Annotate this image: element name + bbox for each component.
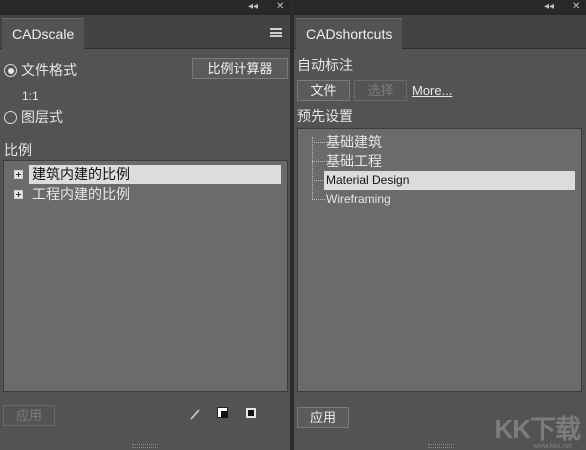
preset-material-design[interactable]: Material Design — [324, 171, 575, 190]
cadshortcuts-panel: ◂◂ ✕ CADshortcuts 自动标注 文件 选择 More... 预先设… — [294, 0, 586, 450]
panel-header-bar: ◂◂ ✕ — [294, 0, 586, 15]
tab-cadscale[interactable]: CADscale — [2, 18, 85, 49]
resize-grip[interactable] — [132, 444, 158, 448]
panel-header-bar: ◂◂ ✕ — [0, 0, 290, 15]
presets-label: 预先设置 — [297, 108, 353, 124]
radio-layer-format-label: 图层式 — [21, 109, 63, 125]
collapse-icon[interactable]: ◂◂ — [544, 1, 554, 13]
resize-grip[interactable] — [428, 444, 454, 448]
pencil-icon[interactable] — [188, 407, 202, 421]
tab-bar: CADshortcuts — [294, 15, 586, 49]
cadscale-panel: ◂◂ ✕ CADscale 文件格式 比例计算器 1:1 图层式 比例 建筑内建… — [0, 0, 290, 450]
close-icon[interactable]: ✕ — [572, 1, 580, 13]
tree-item-building-scales[interactable]: 建筑内建的比例 — [29, 165, 281, 184]
watermark-logo: KK下载 — [494, 414, 581, 444]
preset-basic-building[interactable]: 基础建筑 — [324, 133, 382, 152]
delete-item-icon[interactable] — [244, 406, 258, 420]
preset-wireframing[interactable]: Wireframing — [324, 190, 391, 209]
tree-item-engineering-scales[interactable]: 工程内建的比例 — [29, 185, 130, 204]
auto-annotate-label: 自动标注 — [297, 57, 353, 73]
panel-menu-icon[interactable] — [270, 28, 282, 37]
expand-plus-icon[interactable] — [14, 190, 23, 199]
scale-calculator-button[interactable]: 比例计算器 — [192, 58, 288, 79]
watermark-url: www.kkx.net — [533, 443, 572, 450]
file-button[interactable]: 文件 — [297, 80, 350, 101]
radio-layer-format[interactable] — [4, 111, 17, 124]
expand-plus-icon[interactable] — [14, 170, 23, 179]
apply-button[interactable]: 应用 — [297, 407, 349, 428]
scale-value: 1:1 — [22, 89, 39, 103]
presets-tree: 基础建筑 基础工程 Material Design Wireframing — [297, 128, 582, 392]
tree-guide-line — [312, 137, 313, 199]
preset-basic-engineering[interactable]: 基础工程 — [324, 152, 382, 171]
scale-section-label: 比例 — [4, 142, 32, 158]
collapse-icon[interactable]: ◂◂ — [248, 1, 258, 13]
apply-button-disabled[interactable]: 应用 — [3, 405, 55, 426]
new-item-icon[interactable] — [216, 406, 230, 420]
close-icon[interactable]: ✕ — [276, 1, 284, 13]
tab-cadshortcuts[interactable]: CADshortcuts — [296, 18, 403, 49]
scale-tree: 建筑内建的比例 工程内建的比例 — [3, 160, 288, 392]
radio-file-format[interactable] — [4, 64, 17, 77]
tab-bar: CADscale — [0, 15, 290, 49]
select-button-disabled[interactable]: 选择 — [354, 80, 407, 101]
more-link[interactable]: More... — [412, 83, 452, 99]
radio-file-format-label: 文件格式 — [21, 62, 77, 78]
